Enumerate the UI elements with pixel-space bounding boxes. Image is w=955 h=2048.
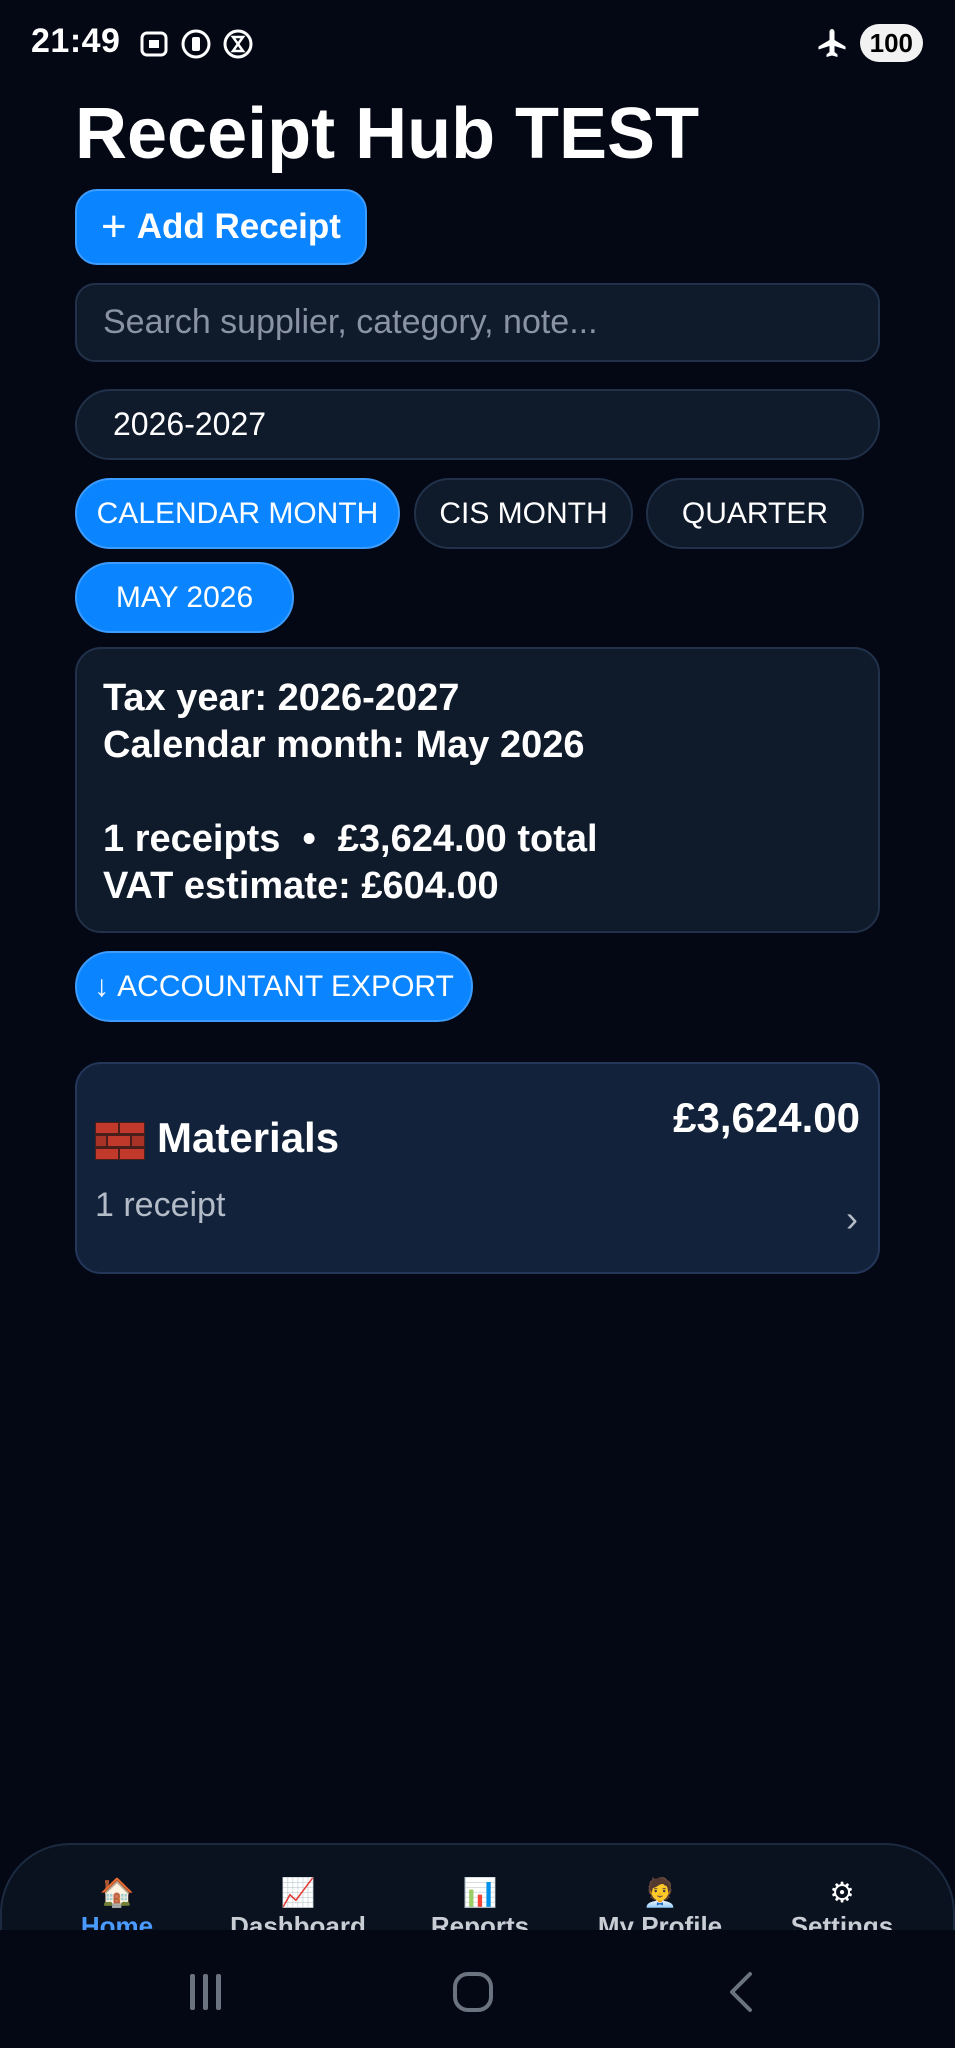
search-box xyxy=(75,283,880,362)
back-icon[interactable] xyxy=(720,1970,764,2014)
recent-apps-icon[interactable] xyxy=(184,1970,228,2014)
status-right: 100 xyxy=(816,24,923,62)
add-receipt-button[interactable]: + Add Receipt xyxy=(75,189,367,265)
summary-tax-year: Tax year: 2026-2027 xyxy=(103,677,460,719)
chevron-right-icon: › xyxy=(846,1198,858,1239)
screenshot-icon xyxy=(140,31,168,57)
vat-estimate: VAT estimate: £604.00 xyxy=(103,865,499,907)
bar-chart-icon: 📊 xyxy=(462,1877,498,1908)
gear-icon: ⚙ xyxy=(829,1877,855,1908)
search-input[interactable] xyxy=(101,302,854,343)
timer-icon xyxy=(223,29,253,59)
category-card-materials[interactable]: Materials £3,624.00 1 receipt › xyxy=(75,1062,880,1274)
chip-label: CALENDAR MONTH xyxy=(96,496,379,530)
chip-label: MAY 2026 xyxy=(115,580,254,614)
chip-label: QUARTER xyxy=(681,496,829,530)
status-time: 21:49 xyxy=(31,22,121,60)
chip-calendar-month[interactable]: CALENDAR MONTH xyxy=(75,478,400,549)
home-system-icon[interactable] xyxy=(451,1970,495,2014)
category-amount: £3,624.00 xyxy=(673,1094,860,1141)
summary-card: Tax year: 2026-2027 Calendar month: May … xyxy=(75,647,880,933)
add-receipt-label: Add Receipt xyxy=(136,207,341,246)
total-amount: £3,624.00 total xyxy=(337,818,598,860)
chip-cis-month[interactable]: CIS MONTH xyxy=(414,478,633,549)
chart-up-icon: 📈 xyxy=(280,1877,316,1908)
export-label: ACCOUNTANT EXPORT xyxy=(117,969,454,1003)
battery-saver-icon xyxy=(181,29,211,59)
status-bar: 21:49 100 xyxy=(0,0,955,88)
system-nav-bar xyxy=(0,1930,955,2048)
chip-label: CIS MONTH xyxy=(439,496,608,530)
download-icon: ↓ xyxy=(94,969,110,1003)
receipts-count: 1 receipts xyxy=(103,818,281,860)
category-name: Materials xyxy=(157,1114,340,1161)
chip-quarter[interactable]: QUARTER xyxy=(646,478,864,549)
notification-icons xyxy=(138,28,254,60)
tax-year-value: 2026-2027 xyxy=(113,406,267,442)
category-receipt-count: 1 receipt xyxy=(95,1186,226,1224)
accountant-export-button[interactable]: ↓ ACCOUNTANT EXPORT xyxy=(75,951,473,1022)
plus-icon: + xyxy=(101,202,127,251)
profile-icon: 🧑‍💼 xyxy=(642,1877,678,1908)
separator-dot: • xyxy=(302,818,316,860)
brick-icon xyxy=(95,1122,145,1160)
airplane-mode-icon xyxy=(818,29,846,57)
tax-year-select[interactable]: 2026-2027 xyxy=(75,389,880,460)
summary-period: Calendar month: May 2026 xyxy=(103,724,585,766)
summary-totals: 1 receipts • £3,624.00 total xyxy=(103,816,852,863)
page-title: Receipt Hub TEST xyxy=(75,94,700,174)
home-icon: 🏠 xyxy=(99,1877,135,1908)
battery-level: 100 xyxy=(859,24,923,62)
chip-selected-period[interactable]: MAY 2026 xyxy=(75,562,294,633)
